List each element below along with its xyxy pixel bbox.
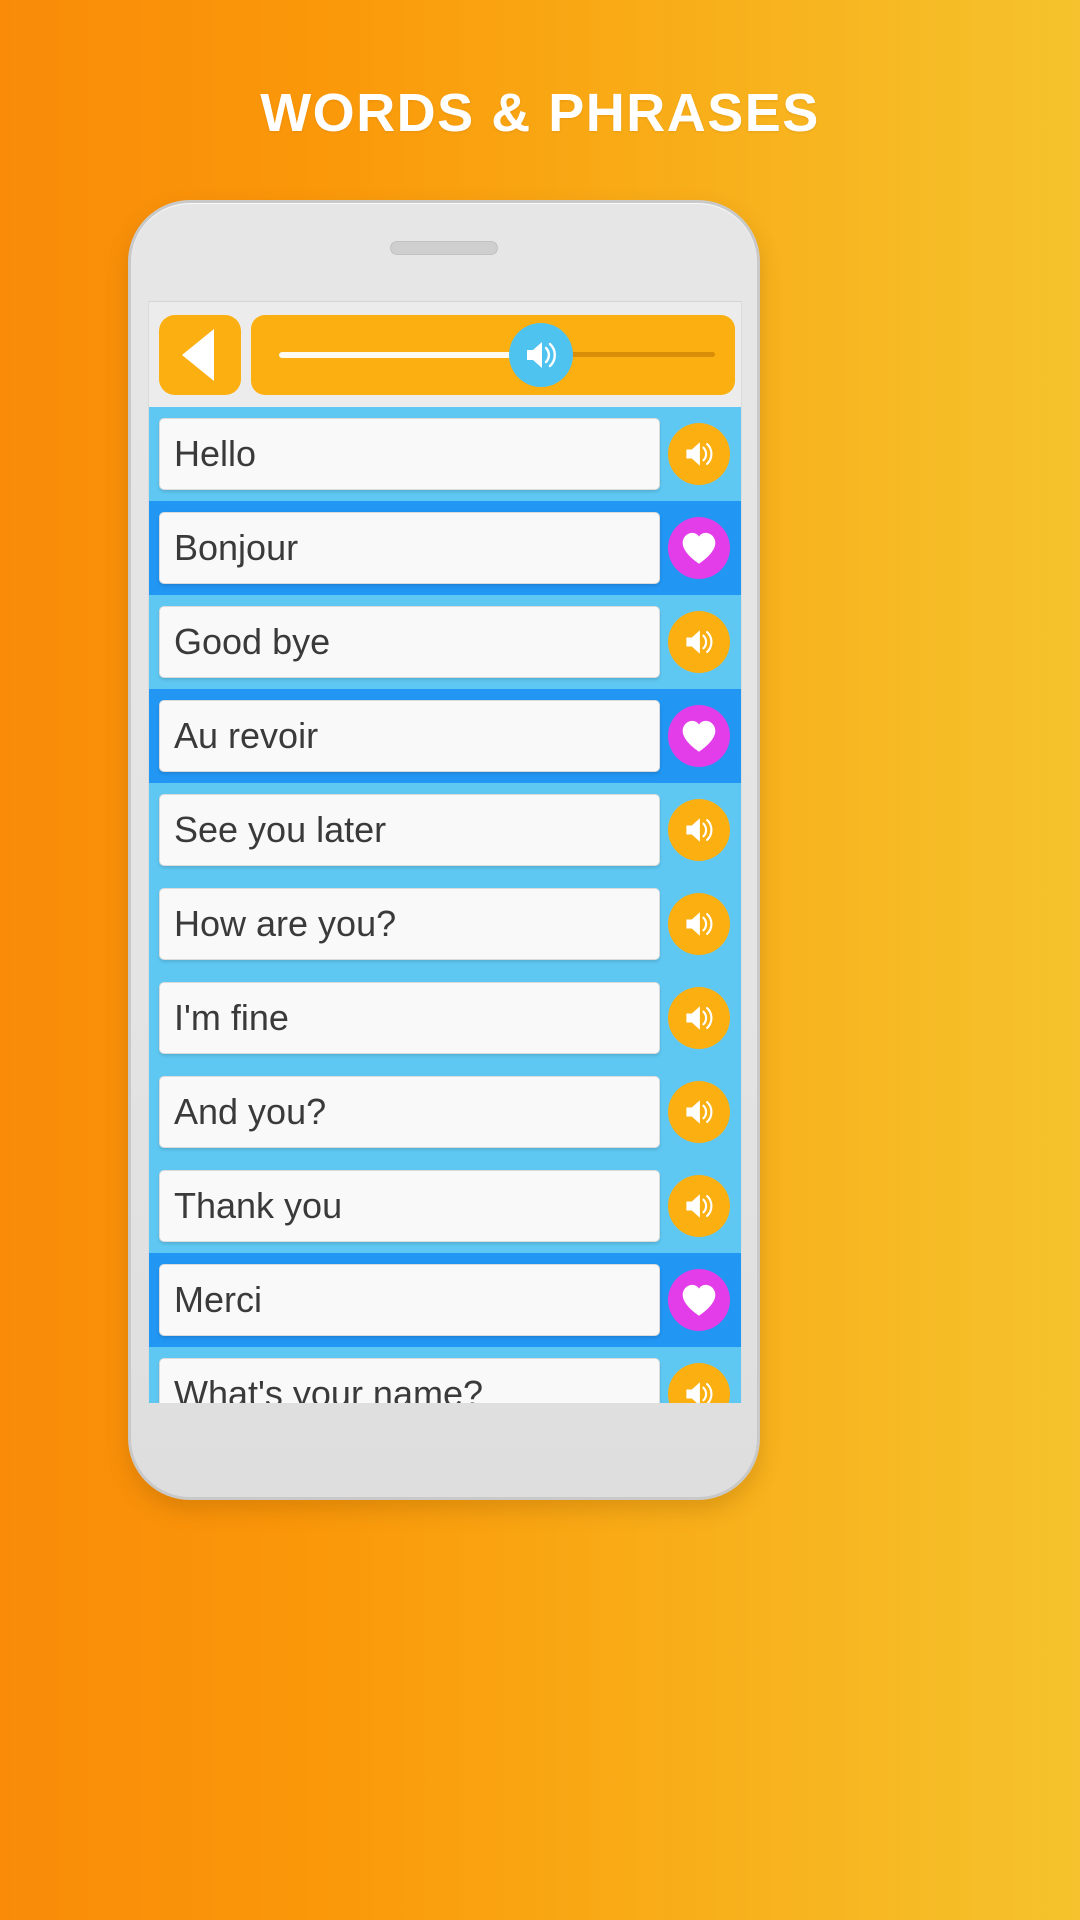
play-audio-button[interactable] [668,611,730,673]
heart-icon [681,530,717,566]
back-button[interactable] [159,314,241,395]
volume-slider[interactable] [251,314,735,395]
speaker-icon [681,906,717,942]
phrase-text[interactable]: Good bye [159,606,660,678]
phrase-list: Hello Bonjour Good bye Au revoir See you lat… [149,407,741,1403]
phrase-text[interactable]: Merci [159,1264,660,1336]
phone-mockup: Hello Bonjour Good bye Au revoir See you lat… [128,200,760,1500]
heart-icon [681,1282,717,1318]
play-audio-button[interactable] [668,1363,730,1403]
phrase-text[interactable]: What's your name? [159,1358,660,1403]
speaker-icon [527,341,556,368]
phrase-row[interactable]: Merci [149,1253,741,1347]
play-audio-button[interactable] [668,987,730,1049]
phone-speaker-grille [390,241,498,255]
play-audio-button[interactable] [668,423,730,485]
play-audio-button[interactable] [668,893,730,955]
speaker-icon [681,812,717,848]
back-triangle-icon [181,328,214,381]
phrase-row[interactable]: What's your name? [149,1347,741,1403]
phrase-row[interactable]: Au revoir [149,689,741,783]
toolbar [149,302,741,407]
phrase-row[interactable]: Bonjour [149,501,741,595]
volume-slider-fill [279,351,537,358]
phrase-text[interactable]: Hello [159,418,660,490]
phrase-row[interactable]: How are you? [149,877,741,971]
favorite-button[interactable] [668,517,730,579]
phrase-text[interactable]: Thank you [159,1170,660,1242]
phone-screen: Hello Bonjour Good bye Au revoir See you lat… [148,301,742,1403]
phrase-row[interactable]: And you? [149,1065,741,1159]
phrase-text[interactable]: Bonjour [159,512,660,584]
heart-icon [681,718,717,754]
favorite-button[interactable] [668,1269,730,1331]
speaker-icon [681,1094,717,1130]
phrase-row[interactable]: Good bye [149,595,741,689]
phrase-text[interactable]: How are you? [159,888,660,960]
speaker-icon [681,1188,717,1224]
phrase-row[interactable]: Hello [149,407,741,501]
play-audio-button[interactable] [668,799,730,861]
favorite-button[interactable] [668,705,730,767]
play-audio-button[interactable] [668,1175,730,1237]
speaker-icon [681,436,717,472]
play-audio-button[interactable] [668,1081,730,1143]
volume-slider-thumb[interactable] [509,322,573,387]
page-title: WORDS & PHRASES [260,83,820,143]
speaker-icon [681,1000,717,1036]
speaker-icon [681,1376,717,1403]
phrase-row[interactable]: I'm fine [149,971,741,1065]
phrase-text[interactable]: And you? [159,1076,660,1148]
speaker-icon [681,624,717,660]
phrase-text[interactable]: Au revoir [159,700,660,772]
phrase-text[interactable]: I'm fine [159,982,660,1054]
phrase-text[interactable]: See you later [159,794,660,866]
phrase-row[interactable]: See you later [149,783,741,877]
phrase-row[interactable]: Thank you [149,1159,741,1253]
